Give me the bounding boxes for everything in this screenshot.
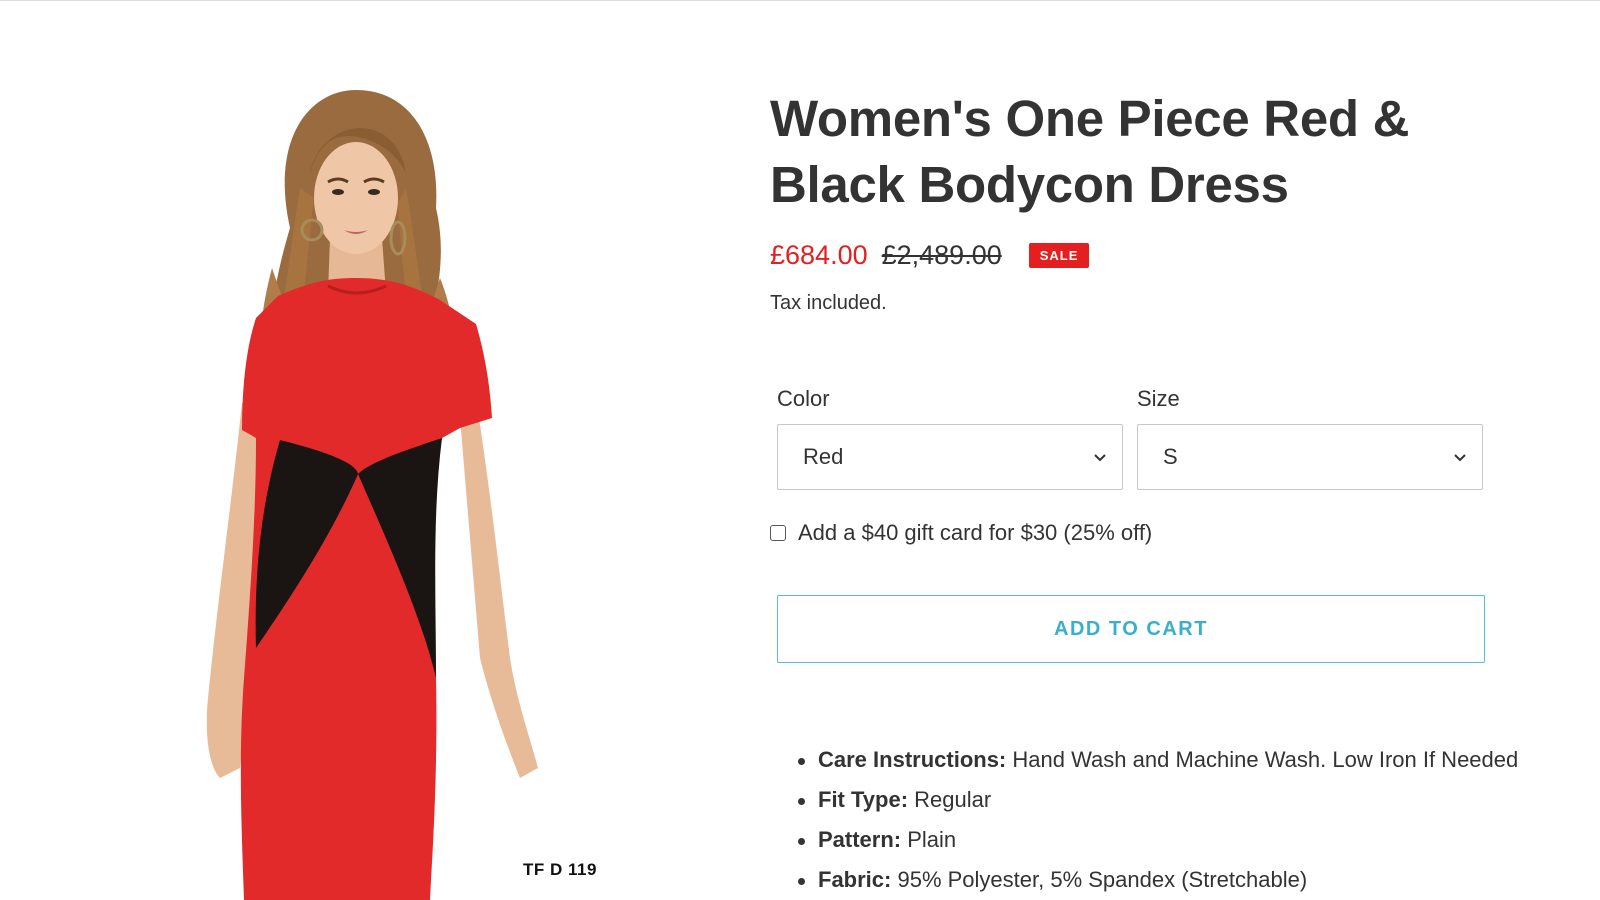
detail-key: Pattern:	[818, 827, 902, 852]
size-select-value: S	[1163, 444, 1178, 469]
color-option: Color Red	[777, 386, 1123, 490]
size-select[interactable]: S	[1137, 424, 1483, 490]
product-title: Women's One Piece Red & Black Bodycon Dr…	[770, 90, 1410, 213]
color-label: Color	[777, 386, 830, 411]
detail-value: Plain	[907, 827, 957, 852]
sale-badge: SALE	[1028, 242, 1090, 268]
chevron-down-icon	[1454, 454, 1466, 462]
giftcard-checkbox[interactable]	[770, 525, 786, 541]
detail-key: Fit Type:	[818, 787, 909, 812]
price-row: £684.00 £2,489.00 SALE	[770, 238, 1490, 272]
list-item: Fabric: 95% Polyester, 5% Spandex (Stret…	[798, 860, 1518, 900]
color-select[interactable]: Red	[777, 424, 1123, 490]
color-select-value: Red	[803, 444, 844, 469]
chevron-down-icon	[1094, 454, 1106, 462]
list-item: Pattern: Plain	[798, 820, 1518, 860]
detail-key: Care Instructions:	[818, 747, 1007, 772]
product-details-list: Care Instructions: Hand Wash and Machine…	[798, 740, 1518, 900]
list-item: Fit Type: Regular	[798, 780, 1518, 820]
product-info: Women's One Piece Red & Black Bodycon Dr…	[770, 86, 1518, 892]
detail-key: Fabric:	[818, 867, 892, 892]
image-code-label: TF D 119	[523, 860, 597, 879]
detail-value: Hand Wash and Machine Wash. Low Iron If …	[1012, 747, 1519, 772]
sale-price: £684.00	[770, 239, 868, 270]
variant-options: Color Red Size S	[777, 386, 1483, 490]
list-item: Care Instructions: Hand Wash and Machine…	[798, 740, 1518, 780]
size-label: Size	[1137, 386, 1180, 411]
header-divider	[0, 0, 1600, 1]
tax-note: Tax included.	[770, 292, 887, 314]
detail-value: Regular	[914, 787, 992, 812]
product-image[interactable]	[160, 78, 620, 900]
detail-value: 95% Polyester, 5% Spandex (Stretchable)	[897, 867, 1308, 892]
add-to-cart-button[interactable]: ADD TO CART	[777, 595, 1485, 663]
giftcard-option[interactable]: Add a $40 gift card for $30 (25% off)	[770, 520, 1152, 546]
regular-price: £2,489.00	[881, 239, 1002, 270]
giftcard-label[interactable]: Add a $40 gift card for $30 (25% off)	[798, 520, 1152, 546]
product-page: TF D 119 Women's One Piece Red & Black B…	[0, 0, 1600, 900]
size-option: Size S	[1137, 386, 1483, 490]
